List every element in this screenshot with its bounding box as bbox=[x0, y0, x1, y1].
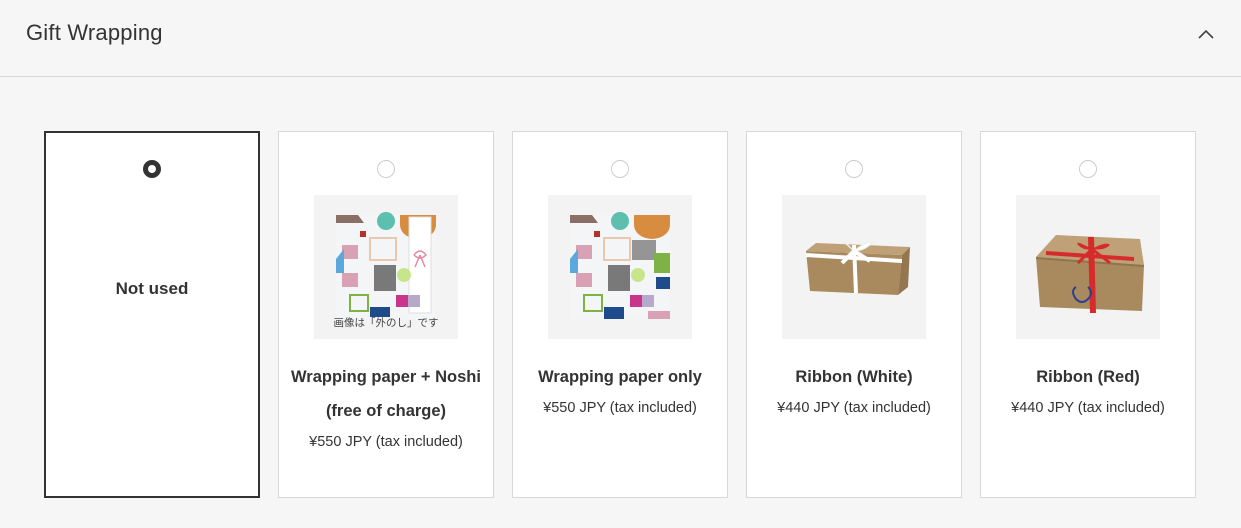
option-card-ribbon-red[interactable]: Ribbon (Red) ¥440 JPY (tax included) bbox=[980, 131, 1196, 498]
chevron-up-icon bbox=[1198, 29, 1214, 39]
option-price: ¥550 JPY (tax included) bbox=[543, 400, 697, 416]
option-price: ¥440 JPY (tax included) bbox=[1011, 400, 1165, 416]
section-title: Gift Wrapping bbox=[26, 20, 163, 45]
radio-not-used[interactable] bbox=[143, 160, 161, 178]
collapse-button[interactable] bbox=[1194, 24, 1218, 44]
radio-wrapping-paper-only[interactable] bbox=[611, 160, 629, 178]
option-card-wrapping-paper-only[interactable]: Wrapping paper only ¥550 JPY (tax includ… bbox=[512, 131, 728, 498]
option-name: Wrapping paper + Noshi (free of charge) bbox=[291, 368, 481, 420]
image-caption: 画像は「外のし」です bbox=[333, 317, 439, 329]
gift-wrapping-header[interactable]: Gift Wrapping bbox=[0, 0, 1241, 77]
option-price: ¥440 JPY (tax included) bbox=[777, 400, 931, 416]
radio-wrapping-paper-noshi[interactable] bbox=[377, 160, 395, 178]
radio-ribbon-white[interactable] bbox=[845, 160, 863, 178]
option-name: Ribbon (White) bbox=[795, 368, 913, 386]
radio-ribbon-red[interactable] bbox=[1079, 160, 1097, 178]
white-ribbon-box-image bbox=[782, 195, 926, 339]
wrapping-paper-with-noshi-image: 画像は「外のし」です bbox=[314, 195, 458, 339]
option-name: Wrapping paper only bbox=[538, 368, 702, 386]
option-card-not-used[interactable]: Not used bbox=[44, 131, 260, 498]
option-card-wrapping-paper-noshi[interactable]: 画像は「外のし」です Wrapping paper + Noshi (free … bbox=[278, 131, 494, 498]
wrapping-paper-image bbox=[548, 195, 692, 339]
option-price: ¥550 JPY (tax included) bbox=[309, 434, 463, 450]
option-label: Not used bbox=[115, 279, 189, 298]
option-card-ribbon-white[interactable]: Ribbon (White) ¥440 JPY (tax included) bbox=[746, 131, 962, 498]
red-ribbon-box-image bbox=[1016, 195, 1160, 339]
option-name: Ribbon (Red) bbox=[1036, 368, 1140, 386]
